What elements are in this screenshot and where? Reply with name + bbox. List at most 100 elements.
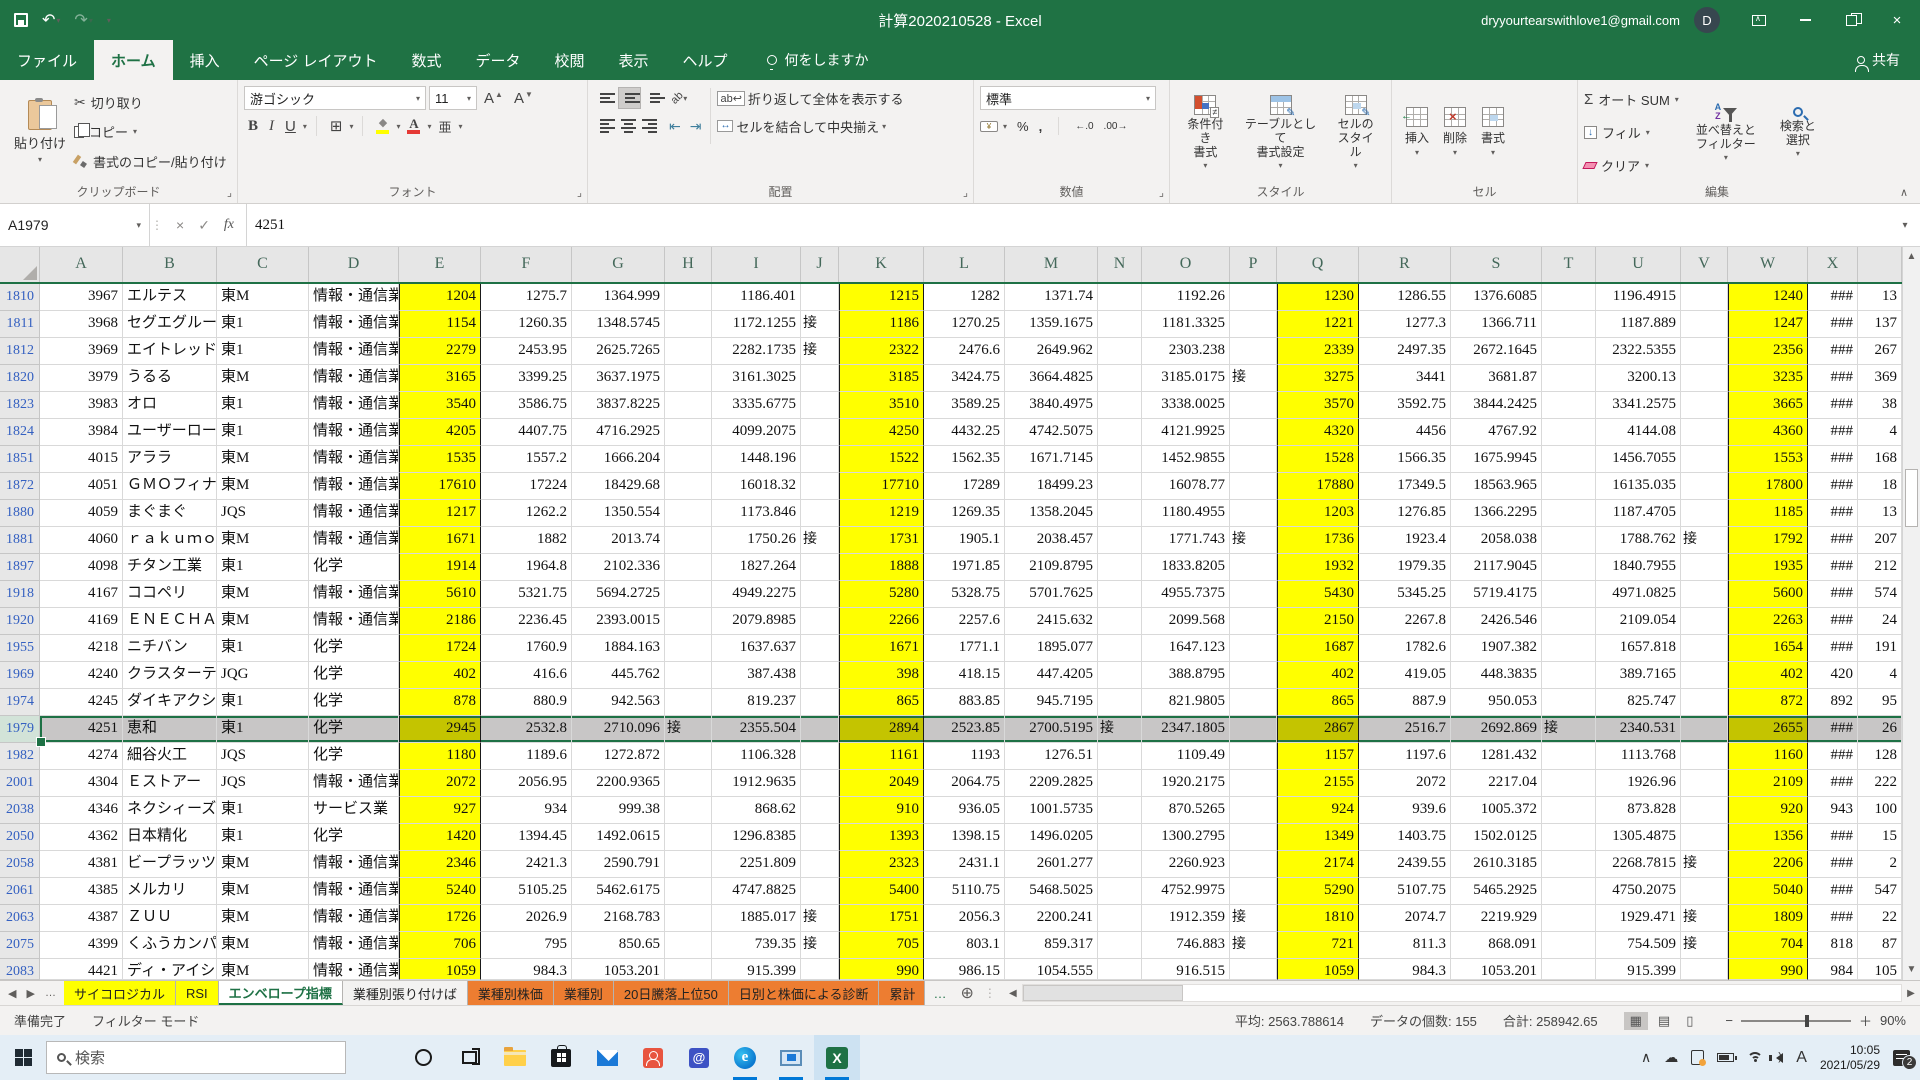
- cell-styles-button[interactable]: ✎ セルの スタイル▾: [1326, 84, 1385, 180]
- cell[interactable]: 942.563: [572, 689, 665, 716]
- cell[interactable]: 2340.531: [1596, 716, 1681, 743]
- italic-button[interactable]: I: [265, 116, 278, 137]
- row-header-2075[interactable]: 2075: [0, 932, 40, 959]
- cell[interactable]: 2356: [1728, 338, 1808, 365]
- cell[interactable]: ###: [1808, 338, 1858, 365]
- cell[interactable]: 1219: [839, 500, 924, 527]
- cell[interactable]: 1979.35: [1359, 554, 1451, 581]
- cell[interactable]: [1681, 743, 1728, 770]
- cell[interactable]: 1553: [1728, 446, 1808, 473]
- cell[interactable]: 936.05: [924, 797, 1005, 824]
- cell[interactable]: 2700.5195: [1005, 716, 1098, 743]
- cell[interactable]: 3185: [839, 365, 924, 392]
- cell[interactable]: ＧＭＯフィナ: [123, 473, 217, 500]
- ribbon-tab-ページ レイアウト[interactable]: ページ レイアウト: [237, 40, 395, 80]
- cell[interactable]: 3983: [40, 392, 123, 419]
- cell[interactable]: 818: [1808, 932, 1858, 959]
- cell[interactable]: 5400: [839, 878, 924, 905]
- cell[interactable]: 情報・通信業: [309, 284, 399, 311]
- messenger-app-button[interactable]: [630, 1035, 676, 1080]
- cell[interactable]: 東M: [217, 905, 309, 932]
- cell[interactable]: 2109.054: [1596, 608, 1681, 635]
- cell[interactable]: 5701.7625: [1005, 581, 1098, 608]
- scroll-left-arrow[interactable]: ◀: [1004, 981, 1022, 1005]
- align-center-button[interactable]: [618, 114, 639, 138]
- cell[interactable]: ディ・アイシ: [123, 959, 217, 980]
- excel-taskbar-button[interactable]: X: [814, 1035, 860, 1080]
- cell[interactable]: 2303.238: [1142, 338, 1230, 365]
- cell[interactable]: [1098, 419, 1142, 446]
- cell[interactable]: ###: [1808, 473, 1858, 500]
- cell[interactable]: 2867: [1277, 716, 1359, 743]
- cell[interactable]: 5719.4175: [1451, 581, 1542, 608]
- cell[interactable]: [1542, 689, 1596, 716]
- cell[interactable]: ニチバン: [123, 635, 217, 662]
- number-format-combo[interactable]: 標準▾: [980, 86, 1156, 110]
- cell[interactable]: 化学: [309, 635, 399, 662]
- cell[interactable]: [801, 635, 839, 662]
- cell[interactable]: 1286.55: [1359, 284, 1451, 311]
- align-middle-button[interactable]: [618, 87, 641, 109]
- row-header-2038[interactable]: 2038: [0, 797, 40, 824]
- cell[interactable]: 2601.277: [1005, 851, 1098, 878]
- cell[interactable]: 東M: [217, 608, 309, 635]
- cell[interactable]: 恵和: [123, 716, 217, 743]
- cell[interactable]: 1914: [399, 554, 481, 581]
- cell[interactable]: [801, 446, 839, 473]
- cell[interactable]: 416.6: [481, 662, 572, 689]
- cell[interactable]: 1522: [839, 446, 924, 473]
- enter-formula-button[interactable]: ✓: [198, 217, 210, 234]
- cell[interactable]: 2260.923: [1142, 851, 1230, 878]
- cell[interactable]: [1230, 635, 1277, 662]
- cell[interactable]: 3967: [40, 284, 123, 311]
- cell[interactable]: [665, 797, 712, 824]
- cell[interactable]: [1681, 662, 1728, 689]
- cell[interactable]: [1542, 527, 1596, 554]
- cell[interactable]: 2672.1645: [1451, 338, 1542, 365]
- increase-indent-button[interactable]: ⇥: [687, 115, 705, 138]
- cell[interactable]: 1502.0125: [1451, 824, 1542, 851]
- cell[interactable]: [1098, 581, 1142, 608]
- cell[interactable]: ###: [1808, 284, 1858, 311]
- cell[interactable]: 接: [801, 527, 839, 554]
- cell[interactable]: ビープラッツ: [123, 851, 217, 878]
- increase-font-button[interactable]: A▲: [480, 88, 507, 109]
- cell[interactable]: 3200.13: [1596, 365, 1681, 392]
- cell[interactable]: [801, 878, 839, 905]
- cell[interactable]: 1810: [1277, 905, 1359, 932]
- cell[interactable]: [1542, 365, 1596, 392]
- cell[interactable]: 1276.51: [1005, 743, 1098, 770]
- cell[interactable]: 接: [1542, 716, 1596, 743]
- cell[interactable]: 2217.04: [1451, 770, 1542, 797]
- font-family-combo[interactable]: 游ゴシック▾: [244, 86, 426, 110]
- cell[interactable]: 1269.35: [924, 500, 1005, 527]
- new-sheet-button[interactable]: ⊕: [954, 981, 979, 1005]
- cell[interactable]: 17224: [481, 473, 572, 500]
- cell[interactable]: 916.515: [1142, 959, 1230, 980]
- cell[interactable]: 3586.75: [481, 392, 572, 419]
- cell[interactable]: 1260.35: [481, 311, 572, 338]
- cell[interactable]: [1681, 770, 1728, 797]
- cell[interactable]: 811.3: [1359, 932, 1451, 959]
- cell[interactable]: [1542, 743, 1596, 770]
- cell[interactable]: 1535: [399, 446, 481, 473]
- align-right-button[interactable]: [642, 114, 663, 138]
- cell[interactable]: 5328.75: [924, 581, 1005, 608]
- select-all-corner[interactable]: [0, 247, 40, 282]
- cell[interactable]: [1098, 770, 1142, 797]
- close-button[interactable]: ×: [1874, 0, 1920, 40]
- cell[interactable]: 接: [801, 311, 839, 338]
- cell[interactable]: 4360: [1728, 419, 1808, 446]
- cell[interactable]: 4432.25: [924, 419, 1005, 446]
- increase-decimal-button[interactable]: ←.0: [1075, 114, 1093, 138]
- clipboard-dialog-launcher[interactable]: ⌟: [227, 186, 232, 199]
- orientation-button[interactable]: ab▾: [668, 89, 690, 107]
- cell[interactable]: 4304: [40, 770, 123, 797]
- cell[interactable]: 1827.264: [712, 554, 801, 581]
- cell[interactable]: 17610: [399, 473, 481, 500]
- cell[interactable]: 16078.77: [1142, 473, 1230, 500]
- sheet-tab-日別と株価による診断[interactable]: 日別と株価による診断: [729, 981, 880, 1005]
- cell[interactable]: 接: [801, 932, 839, 959]
- ribbon-tab-データ[interactable]: データ: [458, 40, 537, 80]
- cell[interactable]: 883.85: [924, 689, 1005, 716]
